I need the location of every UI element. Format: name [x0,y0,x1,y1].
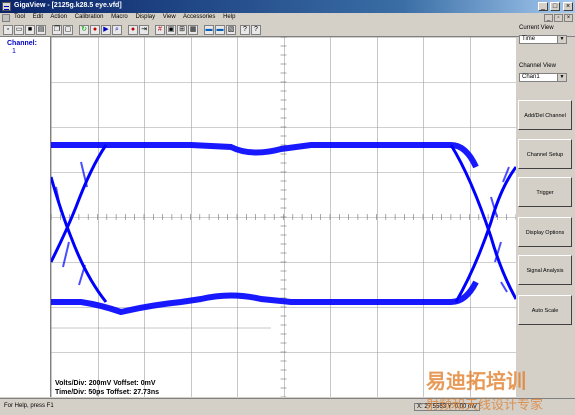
window-icon[interactable]: ▦ [188,25,198,35]
channel-view-select[interactable]: Chan1 ▼ [519,73,567,82]
run-icon[interactable]: ▶ [101,25,111,35]
open-icon[interactable]: ▭ [14,25,24,35]
eye-trace-top [51,141,479,169]
trigger-button[interactable]: Trigger [518,177,572,207]
doc-close-button[interactable]: × [564,14,573,22]
current-view-select[interactable]: Time ▼ [519,35,567,44]
grid-icon[interactable]: # [155,25,165,35]
chart-icon[interactable]: ▬ [204,25,214,35]
auto-scale-button[interactable]: Auto Scale [518,295,572,325]
document-icon[interactable] [2,14,10,22]
status-help-text: For Help, press F1 [4,403,54,409]
eye-crossing-right-a [449,144,516,300]
step-icon[interactable]: ⇥ [139,25,149,35]
window-title: GigaView - [2125g.k28.5 eye.vfd] [14,2,122,9]
menu-help[interactable]: Help [223,14,235,20]
signal-analysis-button[interactable]: Signal Analysis [518,255,572,285]
time-div-readout: Time/Div: 50ps Toffset: 27.73ns [55,389,159,396]
menu-tool[interactable]: Tool [14,14,25,20]
scope-icon[interactable]: ▣ [166,25,176,35]
menu-bar: Tool Edit Action Calibration Macro Displ… [0,13,575,23]
print-icon[interactable]: ▤ [36,25,46,35]
copy-icon[interactable]: ❐ [52,25,62,35]
menu-edit[interactable]: Edit [33,14,43,20]
title-bar: GigaView - [2125g.k28.5 eye.vfd] _ □ × [0,0,575,13]
menu-macro[interactable]: Macro [111,14,128,20]
menu-display[interactable]: Display [135,14,155,20]
minimize-button[interactable]: _ [538,2,548,11]
current-view-label: Current View [519,25,554,31]
watermark-subtext: 射频和天线设计专家 [426,397,544,412]
channel-setup-button[interactable]: Channel Setup [518,139,572,169]
close-button[interactable]: × [563,2,573,11]
save-icon[interactable]: ■ [25,25,35,35]
chevron-down-icon[interactable]: ▼ [557,74,566,81]
marker-icon[interactable]: ⊞ [177,25,187,35]
add-del-channel-button[interactable]: Add/Del Channel [518,100,572,130]
menu-view[interactable]: View [163,14,176,20]
menu-calibration[interactable]: Calibration [75,14,104,20]
volts-div-readout: Volts/Div: 200mV Voffset: 0mV [55,380,156,387]
control-panel: Current View Time ▼ Channel View Chan1 ▼… [516,25,575,397]
window-tile-icon[interactable]: ▧ [226,25,236,35]
channel-view-label: Channel View [519,63,556,69]
context-help-icon[interactable]: ? [251,25,261,35]
channel-strip: Channel: 1 [0,37,51,397]
help-icon[interactable]: ? [240,25,250,35]
current-view-value: Time [522,36,536,42]
new-icon[interactable]: ▫ [3,25,13,35]
zoom-icon[interactable]: ⌕ [112,25,122,35]
record-icon[interactable]: ● [90,25,100,35]
eye-diagram-plot[interactable]: Volts/Div: 200mV Voffset: 0mV Time/Div: … [51,37,516,397]
stop-icon[interactable]: ● [128,25,138,35]
chevron-down-icon[interactable]: ▼ [557,36,566,43]
refresh-icon[interactable]: ↻ [79,25,89,35]
watermark-text: 易迪拓培训 [426,371,526,393]
toolbar: ▫ ▭ ■ ▤ ❐ ▢ ↻ ● ▶ ⌕ ● ⇥ # ▣ ⊞ ▦ ▬ ▬ ▧ ? … [0,24,575,37]
menu-action[interactable]: Action [50,14,67,20]
channel-number: 1 [12,48,16,55]
channel-label: Channel: [7,40,37,47]
display-options-button[interactable]: Display Options [518,217,572,247]
plot-axis-ticks [51,37,516,397]
doc-restore-button[interactable]: ▫ [554,14,563,22]
doc-minimize-button[interactable]: _ [544,14,553,22]
channel-view-value: Chan1 [522,74,540,80]
paste-icon[interactable]: ▢ [63,25,73,35]
maximize-button[interactable]: □ [550,2,560,11]
app-icon [2,2,11,11]
export-icon[interactable]: ▬ [215,25,225,35]
menu-accessories[interactable]: Accessories [183,14,215,20]
